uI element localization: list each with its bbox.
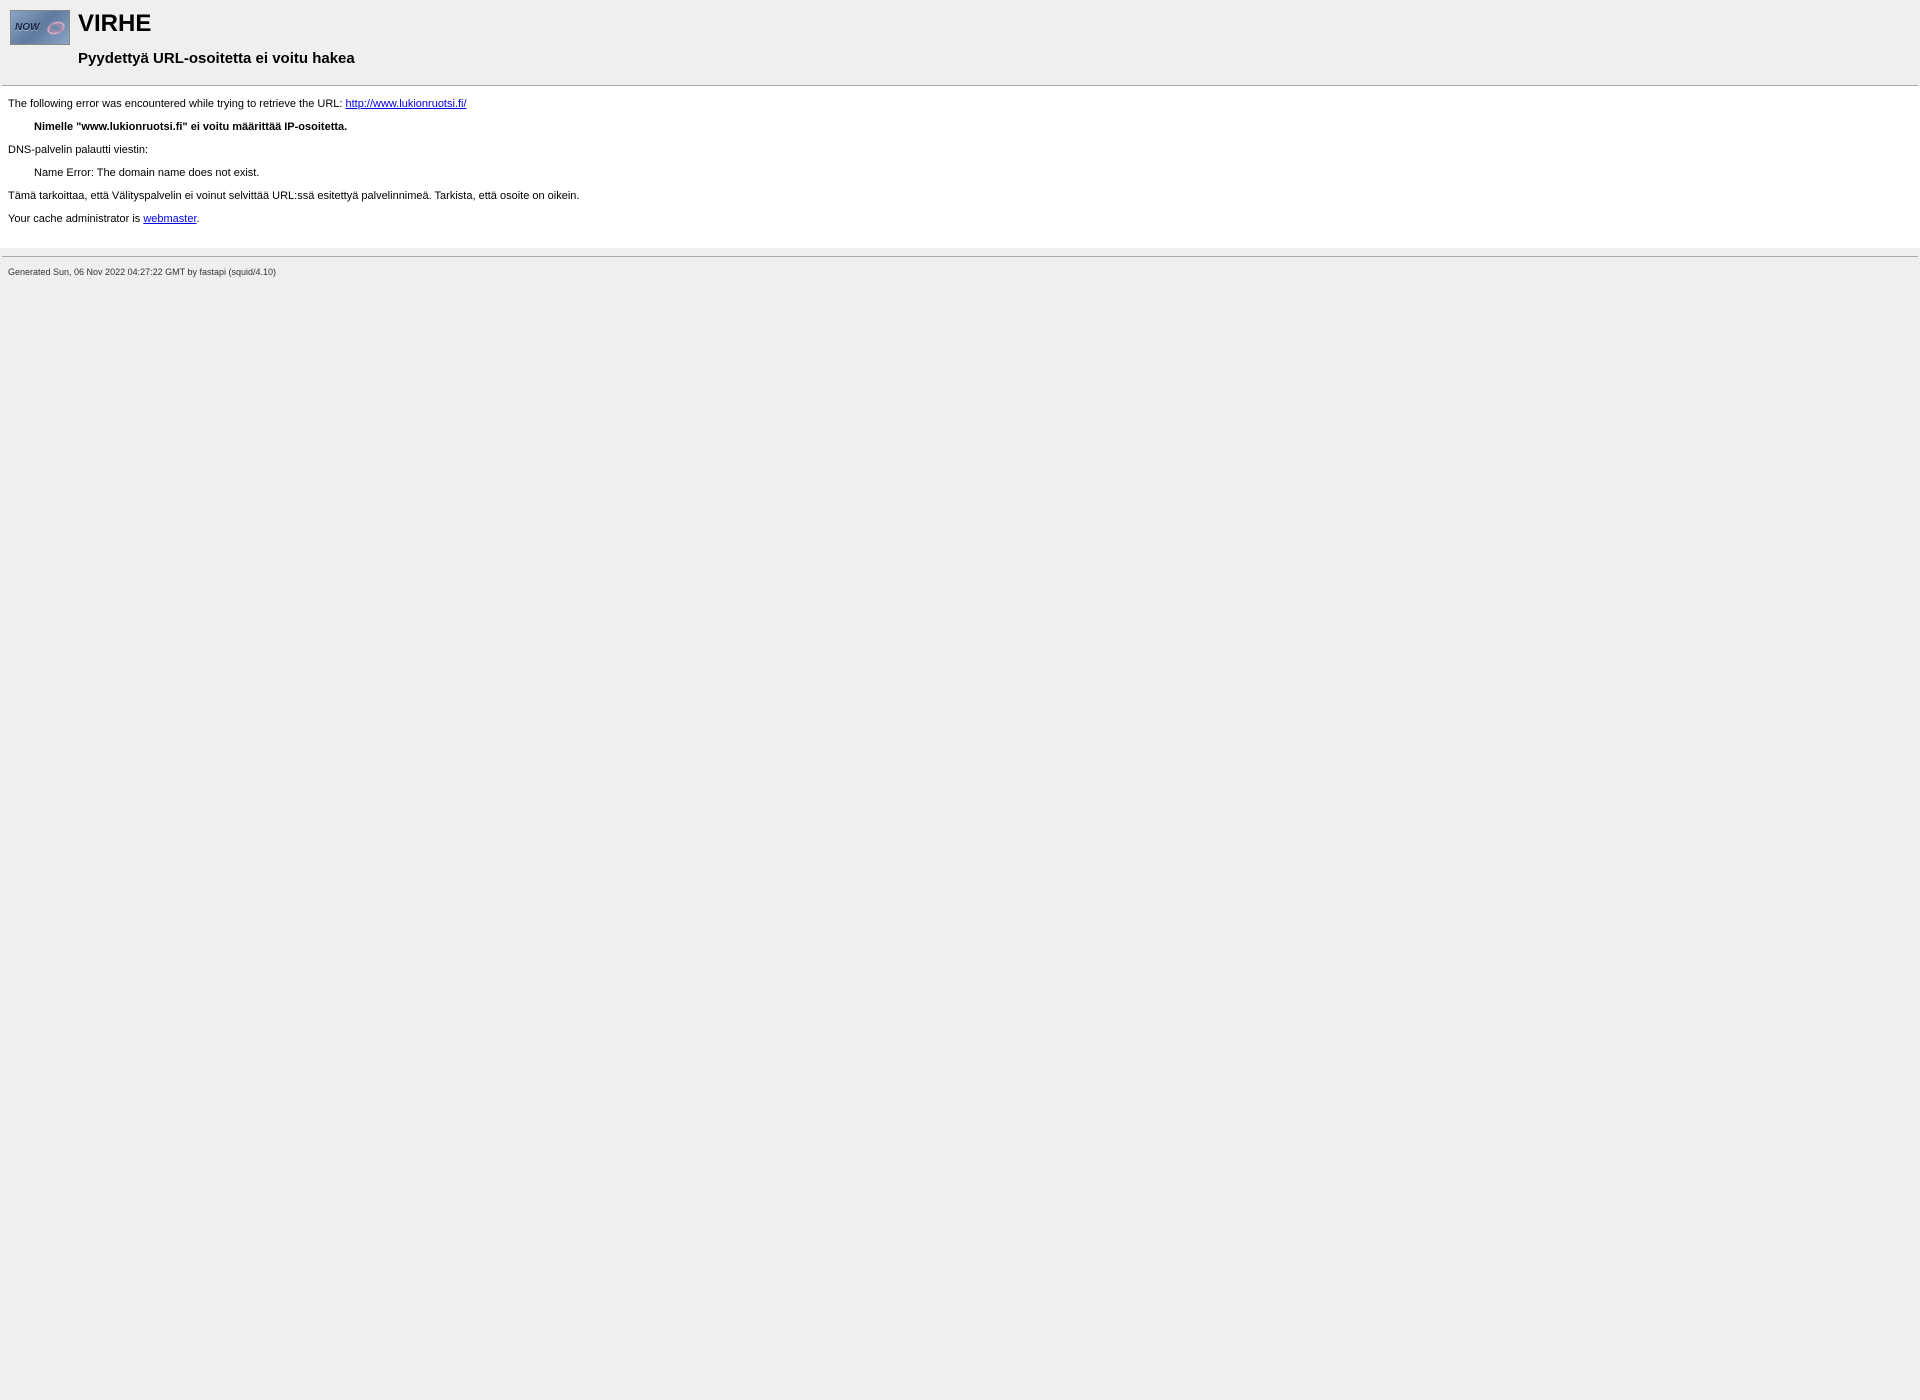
error-content: The following error was encountered whil… — [0, 86, 1920, 248]
webmaster-link[interactable]: webmaster — [143, 213, 196, 225]
footer: Generated Sun, 06 Nov 2022 04:27:22 GMT … — [0, 257, 1920, 287]
icon-text: NOW — [15, 22, 39, 33]
header-text-block: VIRHE Pyydettyä URL-osoitetta ei voitu h… — [78, 10, 355, 67]
error-intro-text: The following error was encountered whil… — [8, 98, 346, 110]
swirl-icon — [46, 18, 66, 38]
explanation: Tämä tarkoittaa, että Välityspalvelin ei… — [8, 190, 1912, 202]
admin-line: Your cache administrator is webmaster. — [8, 213, 1912, 225]
squid-now-icon: NOW — [10, 10, 70, 45]
error-url-link[interactable]: http://www.lukionruotsi.fi/ — [346, 98, 467, 110]
generated-text: Generated Sun, 06 Nov 2022 04:27:22 GMT … — [8, 267, 276, 277]
admin-suffix: . — [197, 213, 200, 225]
error-title: VIRHE — [78, 10, 355, 38]
dns-intro: DNS-palvelin palautti viestin: — [8, 144, 1912, 156]
dns-message: Name Error: The domain name does not exi… — [34, 167, 1912, 179]
error-subtitle: Pyydettyä URL-osoitetta ei voitu hakea — [78, 50, 355, 67]
error-message: Nimelle "www.lukionruotsi.fi" ei voitu m… — [34, 121, 1912, 133]
admin-intro: Your cache administrator is — [8, 213, 143, 225]
error-header: NOW VIRHE Pyydettyä URL-osoitetta ei voi… — [0, 0, 1920, 77]
error-intro-line: The following error was encountered whil… — [8, 98, 1912, 110]
